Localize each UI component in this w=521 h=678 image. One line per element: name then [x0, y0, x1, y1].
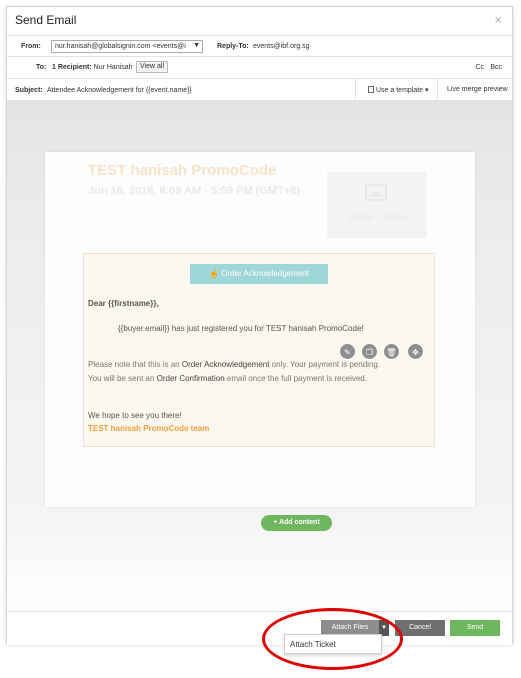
use-template-label: Use a template ▾: [376, 87, 429, 94]
view-all-button[interactable]: View all: [136, 61, 168, 73]
image-icon: [365, 184, 387, 201]
from-row: From: nur.hanisah@globalsignin.com <even…: [7, 35, 512, 57]
payment-note-1: Please note that this is an Order Acknow…: [88, 360, 380, 369]
note1-b: Order Acknowledgement: [181, 360, 270, 369]
use-template-button[interactable]: Use a template ▾: [355, 79, 437, 100]
note2-b: Order Confirmation: [156, 374, 225, 383]
greeting-text: Dear {{firstname}},: [88, 299, 159, 308]
reply-to-value: events@ibf.org.sg: [253, 43, 310, 50]
event-date: Jun 16, 2018, 8:09 AM - 5:09 PM (GMT+8): [88, 185, 301, 197]
subject-row: Subject: Attendee Acknowledgement for {{…: [7, 79, 512, 101]
event-title: TEST hanisah PromoCode: [88, 162, 277, 179]
note2-c: email once the full payment is received.: [224, 374, 367, 383]
note2-a: You will be sent an: [88, 374, 157, 383]
add-content-button[interactable]: + Add content: [261, 515, 332, 531]
hand-icon: ☝: [209, 269, 220, 278]
order-acknowledgement-button: ☝ Order Acknowledgement: [190, 264, 328, 284]
registration-text: {{buyer.email}} has just registered you …: [118, 324, 364, 333]
closing-text: We hope to see you there!: [88, 411, 182, 420]
send-email-modal: Send Email × From: nur.hanisah@globalsig…: [6, 6, 513, 645]
move-icon[interactable]: ✥: [407, 343, 424, 360]
subject-label: Subject:: [15, 87, 43, 94]
email-template-card: TEST hanisah PromoCode Jun 16, 2018, 8:0…: [45, 152, 475, 531]
to-recipients: 1 Recipient: Nur Hanisah: [52, 64, 133, 71]
recipient-count: 1 Recipient:: [52, 64, 92, 71]
close-icon[interactable]: ×: [494, 12, 502, 27]
live-merge-preview-button[interactable]: Live merge preview: [437, 79, 513, 100]
cc-link[interactable]: Cc: [475, 64, 484, 71]
team-signature: TEST hanisah PromoCode team: [88, 424, 210, 433]
reply-to-label: Reply-To:: [217, 43, 249, 50]
send-button[interactable]: Send: [450, 620, 500, 636]
from-label: From:: [21, 43, 41, 50]
email-editor-area: TEST hanisah PromoCode Jun 16, 2018, 8:0…: [7, 101, 512, 611]
modal-title: Send Email: [15, 13, 77, 27]
cancel-button[interactable]: Cancel: [395, 620, 445, 636]
to-row: To: 1 Recipient: Nur Hanisah View all Cc…: [7, 57, 512, 79]
to-label: To:: [36, 64, 47, 71]
modal-footer: Attach Files ▼ Cancel Send: [7, 611, 512, 645]
note1-a: Please note that this is an: [88, 360, 182, 369]
trash-icon[interactable]: 🗑: [383, 343, 400, 360]
order-acknowledgement-label: Order Acknowledgement: [221, 269, 309, 278]
image-size-label: 150px × 150px: [347, 212, 407, 222]
email-body-block[interactable]: ☝ Order Acknowledgement Dear {{firstname…: [83, 253, 435, 447]
chevron-down-icon: ▼: [193, 42, 200, 49]
from-select-value: nur.hanisah@globalsignin.com <events@i: [55, 43, 186, 50]
recipient-name: Nur Hanisah: [93, 64, 133, 71]
payment-note-2: You will be sent an Order Confirmation e…: [88, 374, 367, 383]
subject-input[interactable]: Attendee Acknowledgement for {{event.nam…: [47, 87, 192, 94]
note1-c: only. Your payment is pending.: [269, 360, 381, 369]
from-select[interactable]: nur.hanisah@globalsignin.com <events@i ▼: [51, 40, 203, 53]
image-placeholder[interactable]: 150px × 150px: [327, 172, 427, 238]
bcc-link[interactable]: Bcc: [490, 64, 502, 71]
attach-dropdown-menu: Attach Ticket: [284, 634, 382, 654]
modal-title-bar: Send Email ×: [7, 7, 512, 33]
copy-icon[interactable]: ❐: [361, 343, 378, 360]
attach-ticket-item[interactable]: Attach Ticket: [290, 640, 336, 649]
document-icon: [368, 86, 374, 93]
pencil-icon[interactable]: ✎: [339, 343, 356, 360]
